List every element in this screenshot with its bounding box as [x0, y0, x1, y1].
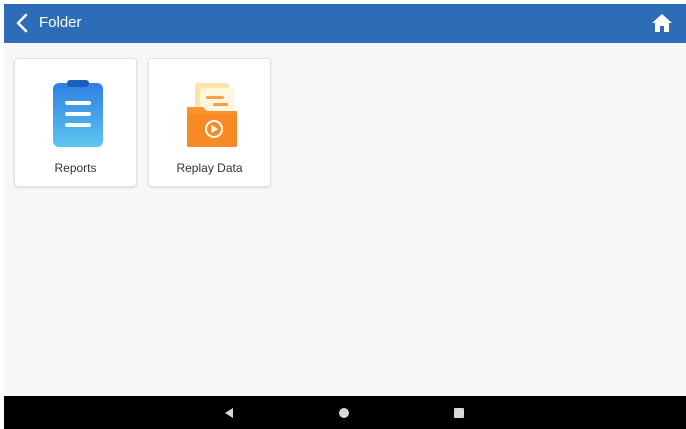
chevron-left-icon — [16, 13, 28, 33]
triangle-back-icon — [225, 407, 233, 418]
folder-label: Replay Data — [176, 161, 243, 175]
app-header: Folder — [4, 4, 686, 43]
folder-play-icon — [187, 83, 237, 147]
system-navigation-bar — [4, 396, 686, 429]
square-recents-icon — [454, 407, 464, 418]
folder-grid: Reports Replay Data — [4, 43, 686, 396]
page-title: Folder — [39, 14, 82, 31]
system-recents-button[interactable] — [439, 396, 479, 429]
system-back-button[interactable] — [209, 396, 249, 429]
system-home-button[interactable] — [324, 396, 364, 429]
home-button[interactable] — [651, 12, 673, 34]
replay-data-folder-tile[interactable]: Replay Data — [148, 58, 271, 187]
folder-label: Reports — [54, 161, 97, 175]
reports-folder-tile[interactable]: Reports — [14, 58, 137, 187]
app-screen: Folder Reports Replay Data — [4, 4, 686, 429]
back-button[interactable] — [10, 11, 34, 35]
home-icon — [652, 14, 672, 32]
circle-home-icon — [339, 407, 349, 418]
clipboard-report-icon — [53, 80, 103, 147]
